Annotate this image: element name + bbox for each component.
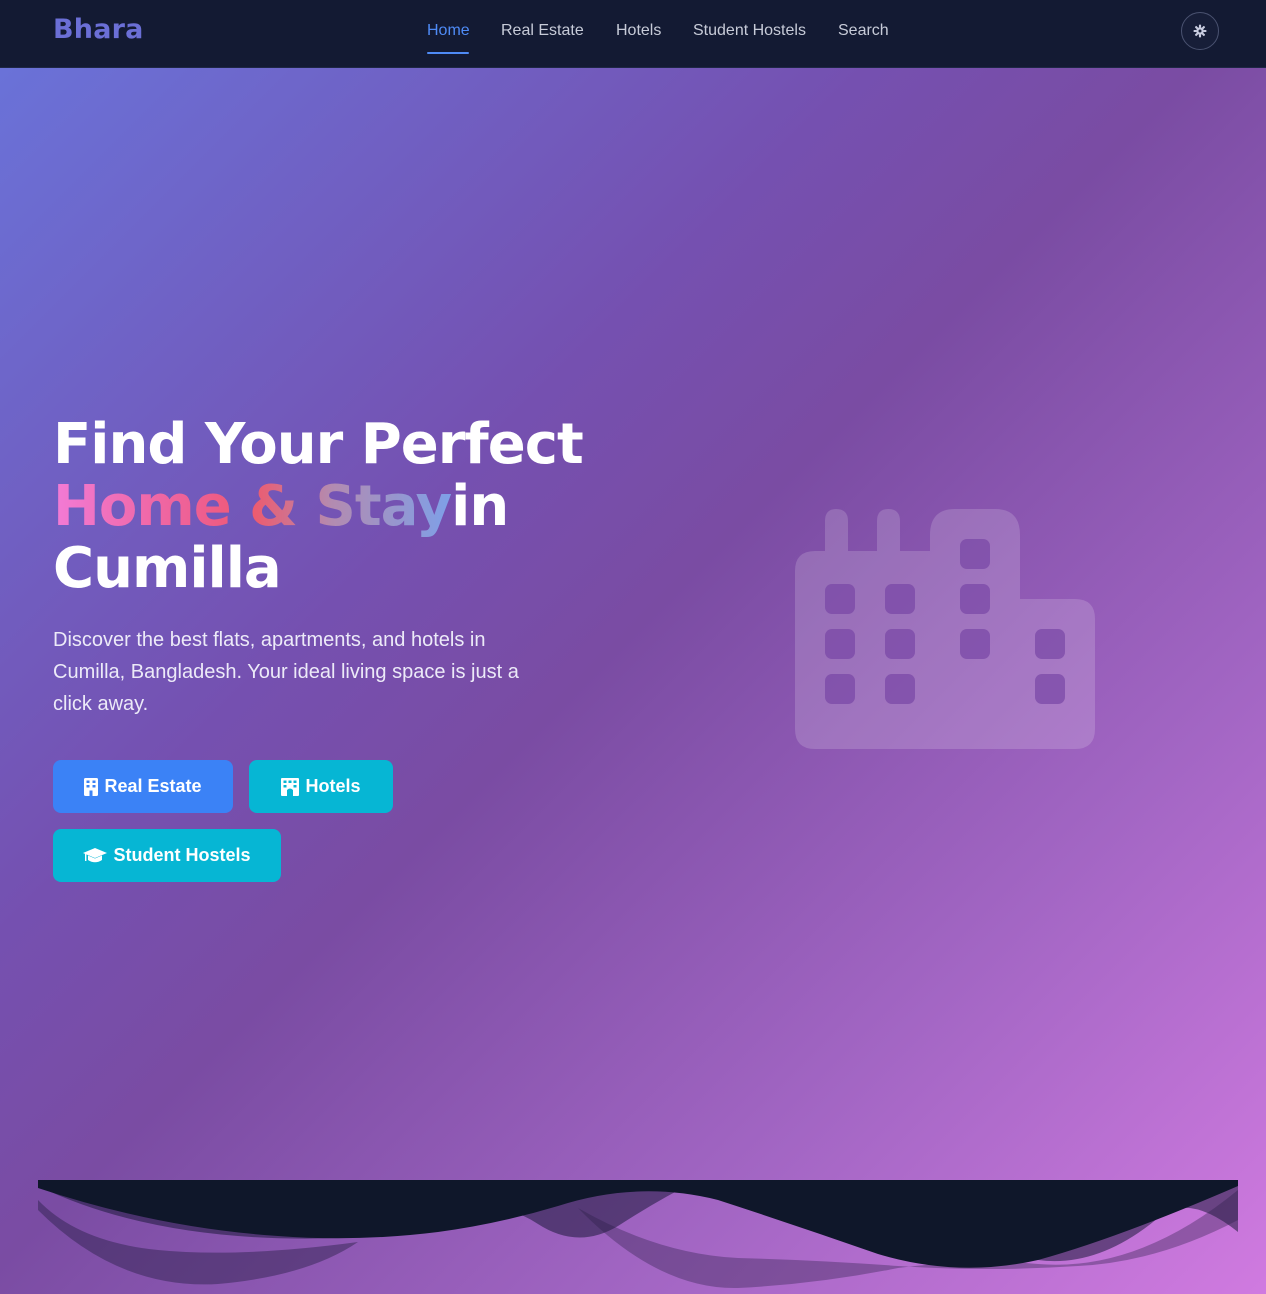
hero-subtitle: Discover the best flats, apartments, and… bbox=[53, 629, 519, 715]
graduation-cap-icon bbox=[83, 847, 108, 862]
hero-title-line3: Cumilla bbox=[53, 536, 282, 601]
nav-links: Home Real Estate Hotels Student Hostels … bbox=[0, 0, 1266, 68]
city-buildings-icon bbox=[795, 509, 1095, 749]
hero-title-line1: Find Your Perfect bbox=[53, 412, 584, 477]
hero-section: Find Your Perfect Home & Stayin Cumilla Di… bbox=[0, 68, 1266, 1294]
active-nav-indicator bbox=[427, 52, 469, 54]
nav-link-student-hostels[interactable]: Student Hostels bbox=[693, 22, 806, 40]
real-estate-button[interactable]: Real Estate bbox=[53, 760, 233, 813]
hero-title-highlight: Home & Stay bbox=[53, 474, 452, 539]
theme-toggle-button[interactable] bbox=[1181, 12, 1219, 50]
student-hostels-button[interactable]: Student Hostels bbox=[53, 829, 281, 882]
navbar: Bhara Home Real Estate Hotels Student Ho… bbox=[0, 0, 1266, 68]
nav-link-home[interactable]: Home bbox=[427, 22, 470, 40]
nav-link-real-estate[interactable]: Real Estate bbox=[501, 22, 584, 40]
nav-link-hotels[interactable]: Hotels bbox=[616, 22, 661, 40]
hero-title-suffix: in bbox=[451, 474, 509, 539]
hotels-button[interactable]: Hotels bbox=[249, 760, 393, 813]
wave-divider bbox=[38, 1180, 1238, 1289]
gear-icon bbox=[1193, 24, 1207, 38]
hero-title: Find Your Perfect Home & Stayin Cumilla bbox=[53, 414, 613, 600]
hotel-icon bbox=[281, 777, 300, 796]
real-estate-button-label: Real Estate bbox=[104, 776, 202, 796]
hotels-button-label: Hotels bbox=[305, 776, 361, 796]
building-icon bbox=[84, 777, 99, 796]
nav-link-search[interactable]: Search bbox=[838, 22, 889, 40]
student-hostels-button-label: Student Hostels bbox=[113, 845, 251, 865]
